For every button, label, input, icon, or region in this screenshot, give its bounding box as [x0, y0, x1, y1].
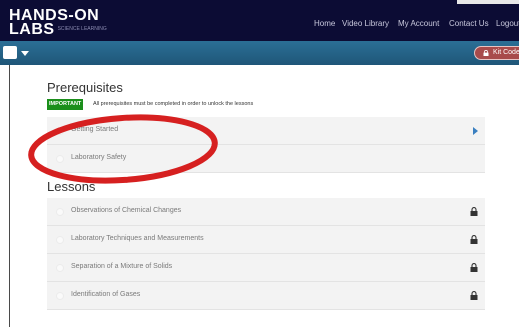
menu-square-icon: [3, 46, 17, 59]
status-circle-icon: [56, 236, 64, 244]
prerequisites-heading: Prerequisites: [47, 80, 123, 95]
lock-icon: [470, 291, 478, 300]
menu-dropdown-button[interactable]: [3, 45, 35, 61]
status-circle-icon: [56, 264, 64, 272]
nav-logout-link[interactable]: Logout: [496, 19, 519, 28]
lessons-heading: Lessons: [47, 179, 96, 194]
nav-video-library-link[interactable]: Video Library: [342, 19, 389, 28]
browser-tab-strip: [457, 0, 519, 4]
status-circle-icon: [56, 292, 64, 300]
lesson-item-label: Separation of a Mixture of Solids: [71, 263, 173, 270]
nav-my-account-link[interactable]: My Account: [398, 19, 439, 28]
lesson-item-label: Observations of Chemical Changes: [71, 207, 182, 214]
hands-on-labs-logo[interactable]: HANDS-ON LABS SCIENCE LEARNING: [9, 8, 107, 38]
logo-line2-text: LABS: [9, 21, 55, 38]
lesson-item-observations[interactable]: Observations of Chemical Changes: [47, 198, 485, 226]
lesson-item-label: Laboratory Techniques and Measurements: [71, 235, 204, 242]
sub-toolbar: Kit Code: [0, 41, 519, 65]
prereq-item-label: Laboratory Safety: [71, 154, 127, 161]
nav-home-link[interactable]: Home: [314, 19, 335, 28]
prereq-item-label: Getting Started: [71, 126, 119, 133]
lesson-item-label: Identification of Gases: [71, 291, 141, 298]
play-icon[interactable]: [473, 127, 478, 135]
lock-icon: [470, 263, 478, 272]
important-message: All prerequisites must be completed in o…: [93, 101, 254, 107]
left-border-line: [9, 65, 10, 327]
caret-down-icon: [21, 51, 29, 56]
logo-tagline: SCIENCE LEARNING: [57, 26, 107, 33]
status-circle-icon: [56, 208, 64, 216]
lock-icon: [470, 207, 478, 216]
prereq-item-getting-started[interactable]: Getting Started: [47, 117, 485, 145]
important-badge: IMPORTANT: [47, 99, 84, 110]
top-header: HANDS-ON LABS SCIENCE LEARNING Home Video…: [0, 0, 519, 41]
kit-code-label: Kit Code: [493, 49, 519, 56]
status-circle-icon: [56, 155, 64, 163]
status-circle-icon: [56, 127, 64, 135]
logo-line2: LABS SCIENCE LEARNING: [9, 21, 107, 38]
lesson-item-lab-techniques[interactable]: Laboratory Techniques and Measurements: [47, 226, 485, 254]
kit-code-button[interactable]: Kit Code: [474, 46, 519, 60]
lock-icon: [470, 235, 478, 244]
lesson-item-separation[interactable]: Separation of a Mixture of Solids: [47, 254, 485, 282]
nav-contact-us-link[interactable]: Contact Us: [449, 19, 489, 28]
lock-icon: [483, 50, 489, 56]
lesson-item-gases[interactable]: Identification of Gases: [47, 282, 485, 310]
prereq-item-laboratory-safety[interactable]: Laboratory Safety: [47, 145, 485, 173]
